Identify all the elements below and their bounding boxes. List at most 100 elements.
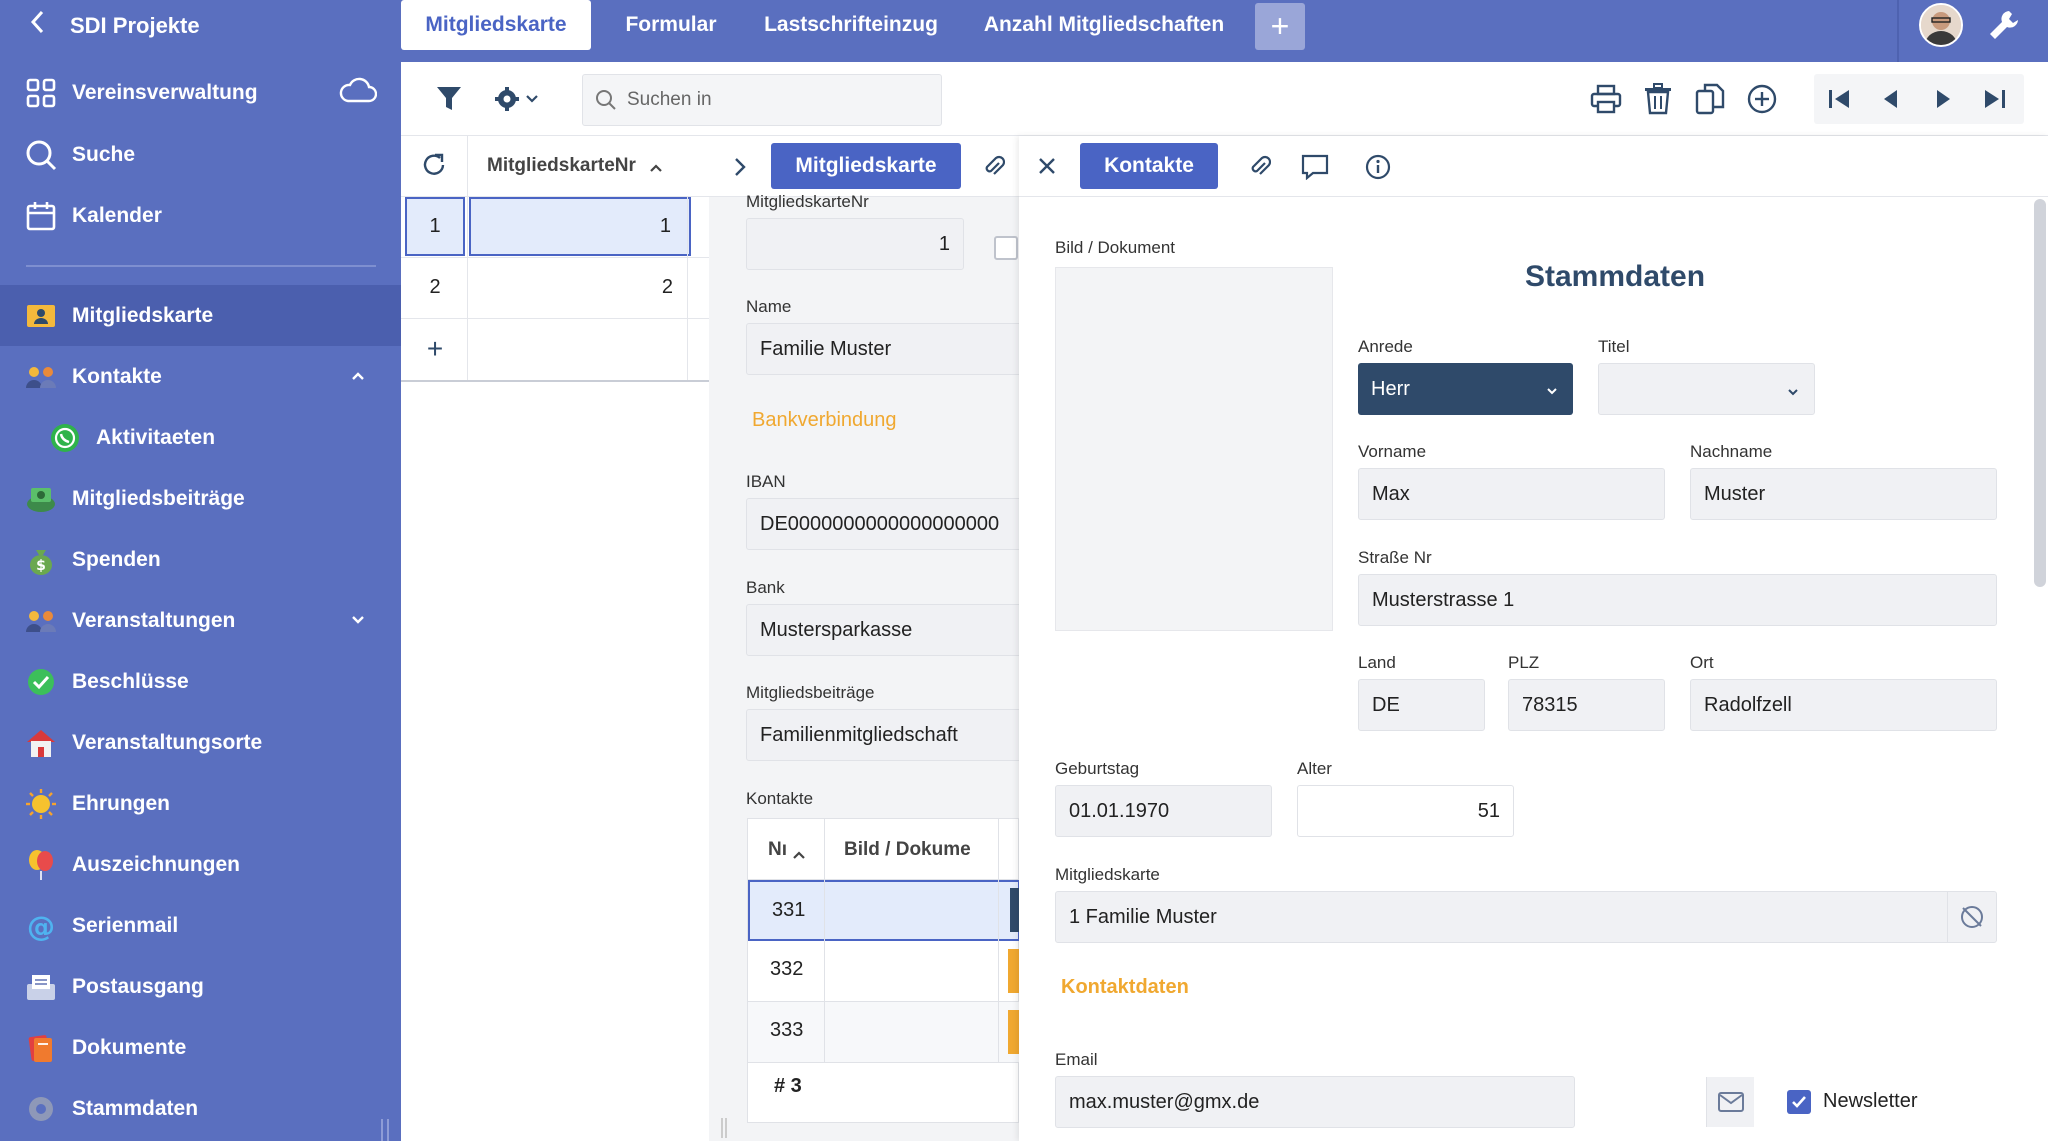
chevron-down-icon[interactable] bbox=[351, 612, 365, 630]
sidebar-item-auszeichnungen[interactable]: Auszeichnungen bbox=[0, 834, 401, 895]
info-icon[interactable] bbox=[1365, 154, 1391, 185]
cloud-icon[interactable] bbox=[339, 76, 378, 110]
sidebar-item-kontakte[interactable]: Kontakte bbox=[0, 346, 401, 407]
kontakte-table: Nı Bild / Dokume 331 332 333 # 3 bbox=[747, 818, 1019, 1123]
last-record-icon[interactable] bbox=[1978, 82, 2012, 116]
column-divider bbox=[824, 819, 825, 1063]
iban-field[interactable]: DE0000000000000000000 bbox=[746, 498, 1019, 550]
email-field[interactable]: max.muster@gmx.de bbox=[1055, 1076, 1575, 1128]
chevron-left-icon[interactable] bbox=[28, 9, 56, 43]
paperclip-icon[interactable] bbox=[1249, 154, 1272, 185]
sidebar-item-serienmail[interactable]: @ Serienmail bbox=[0, 895, 401, 956]
print-icon[interactable] bbox=[1589, 82, 1623, 116]
bank-field[interactable]: Mustersparkasse bbox=[746, 604, 1019, 656]
chevron-down-icon bbox=[1545, 381, 1559, 395]
search-input[interactable]: Suchen in bbox=[582, 74, 942, 126]
first-record-icon[interactable] bbox=[1822, 82, 1856, 116]
table-row[interactable]: 1 1 bbox=[401, 197, 709, 258]
close-icon[interactable] bbox=[1037, 156, 1057, 181]
tab-formular[interactable]: Formular bbox=[611, 0, 731, 50]
sort-asc-icon[interactable] bbox=[792, 844, 806, 866]
scrollbar[interactable] bbox=[2034, 199, 2046, 587]
sidebar-item-spenden[interactable]: $ Spenden bbox=[0, 529, 401, 590]
chevron-right-icon[interactable] bbox=[733, 156, 747, 183]
kontakte-table-header: Nı Bild / Dokume bbox=[748, 819, 1019, 880]
settings-menu-button[interactable] bbox=[487, 82, 547, 116]
name-field[interactable]: Familie Muster bbox=[746, 323, 1019, 375]
tab-lastschrifteinzug[interactable]: Lastschrifteinzug bbox=[749, 0, 953, 50]
sidebar-item-veranstaltungsorte[interactable]: Veranstaltungsorte bbox=[0, 712, 401, 773]
whatsapp-icon bbox=[48, 421, 82, 455]
sidebar-item-ehrungen[interactable]: Ehrungen bbox=[0, 773, 401, 834]
alter-field[interactable]: 51 bbox=[1297, 785, 1514, 837]
add-circle-icon[interactable] bbox=[1745, 82, 1779, 116]
nachname-field[interactable]: Muster bbox=[1690, 468, 1997, 520]
tab-kontakte[interactable]: Kontakte bbox=[1080, 143, 1218, 189]
sidebar-item-label: Auszeichnungen bbox=[72, 852, 241, 876]
mail-icon[interactable] bbox=[1706, 1077, 1754, 1127]
plz-field[interactable]: 78315 bbox=[1508, 679, 1665, 731]
sidebar-item-stammdaten[interactable]: Stammdaten bbox=[0, 1078, 401, 1139]
ort-field[interactable]: Radolfzell bbox=[1690, 679, 1997, 731]
label-email: Email bbox=[1055, 1050, 1098, 1069]
label-kontakte: Kontakte bbox=[746, 789, 814, 808]
chevron-up-icon[interactable] bbox=[351, 368, 365, 386]
trash-icon[interactable] bbox=[1641, 82, 1675, 116]
mitgliedsbeitraege-field[interactable]: Familienmitgliedschaft bbox=[746, 709, 1019, 761]
land-field[interactable]: DE bbox=[1358, 679, 1485, 731]
refresh-icon[interactable] bbox=[421, 152, 447, 183]
vorname-field[interactable]: Max bbox=[1358, 468, 1665, 520]
titel-select[interactable] bbox=[1598, 363, 1815, 415]
sidebar-item-aktivitaeten[interactable]: Aktivitaeten bbox=[0, 407, 401, 468]
table-row[interactable]: 331 bbox=[748, 880, 1019, 941]
sidebar-resize-handle[interactable] bbox=[381, 1119, 389, 1141]
balloon-icon bbox=[24, 848, 58, 882]
contacts-icon bbox=[24, 360, 58, 394]
sidebar-header[interactable]: SDI Projekte bbox=[0, 0, 401, 52]
tab-anzahl-mitgliedschaften[interactable]: Anzahl Mitgliedschaften bbox=[973, 0, 1235, 50]
filter-icon[interactable] bbox=[432, 82, 466, 116]
add-row-button[interactable]: + bbox=[405, 319, 465, 378]
sidebar-item-veranstaltungen[interactable]: Veranstaltungen bbox=[0, 590, 401, 651]
table-row[interactable]: 333 bbox=[748, 1002, 1019, 1063]
unlink-icon[interactable] bbox=[1947, 892, 1995, 942]
sidebar-item-label: Serienmail bbox=[72, 913, 179, 937]
sort-asc-icon[interactable] bbox=[649, 160, 663, 178]
geburtstag-field[interactable]: 01.01.1970 bbox=[1055, 785, 1272, 837]
tab-mitgliedskarte[interactable]: Mitgliedskarte bbox=[401, 0, 591, 50]
add-tab-button[interactable]: + bbox=[1255, 3, 1305, 50]
sidebar-item-mitgliedskarte[interactable]: Mitgliedskarte bbox=[0, 285, 401, 346]
next-record-icon[interactable] bbox=[1926, 82, 1960, 116]
mitgliedskarte-link-field[interactable]: 1 Familie Muster bbox=[1055, 891, 1997, 943]
comment-icon[interactable] bbox=[1301, 154, 1329, 185]
sidebar-item-vereinsverwaltung[interactable]: Vereinsverwaltung bbox=[0, 62, 401, 123]
sidebar-item-kalender[interactable]: Kalender bbox=[0, 185, 401, 246]
column-header-nr[interactable]: Nı bbox=[768, 839, 787, 861]
tab-mitgliedskarte-detail[interactable]: Mitgliedskarte bbox=[771, 143, 961, 189]
sidebar-item-beschluesse[interactable]: Beschlüsse bbox=[0, 651, 401, 712]
sidebar-item-mitgliedsbeitraege[interactable]: Mitgliedsbeiträge bbox=[0, 468, 401, 529]
label-vorname: Vorname bbox=[1358, 442, 1427, 461]
panel-resize-handle[interactable] bbox=[721, 1118, 727, 1138]
table-row[interactable]: 332 bbox=[748, 941, 1019, 1002]
anrede-select[interactable]: Herr bbox=[1358, 363, 1573, 415]
label-bild-dokument: Bild / Dokument bbox=[1055, 238, 1175, 257]
table-row[interactable]: 2 2 bbox=[401, 258, 709, 319]
grid-icon bbox=[24, 76, 58, 110]
copy-icon[interactable] bbox=[1693, 82, 1727, 116]
image-upload-area[interactable] bbox=[1055, 267, 1333, 631]
column-header-bild[interactable]: Bild / Dokume bbox=[844, 839, 971, 861]
previous-record-icon[interactable] bbox=[1874, 82, 1908, 116]
checkbox[interactable] bbox=[994, 236, 1018, 260]
avatar[interactable] bbox=[1919, 3, 1963, 47]
paperclip-icon[interactable] bbox=[983, 154, 1006, 185]
sidebar-item-dokumente[interactable]: Dokumente bbox=[0, 1017, 401, 1078]
column-header-mitgliedskartenr[interactable]: MitgliedskarteNr bbox=[487, 155, 636, 177]
newsletter-checkbox[interactable] bbox=[1787, 1090, 1811, 1114]
strasse-field[interactable]: Musterstrasse 1 bbox=[1358, 574, 1997, 626]
sidebar-item-postausgang[interactable]: Postausgang bbox=[0, 956, 401, 1017]
add-row[interactable]: + bbox=[401, 319, 709, 380]
mitgliedskartenr-field[interactable]: 1 bbox=[746, 218, 964, 270]
wrench-icon[interactable] bbox=[1987, 8, 2021, 42]
sidebar-item-suche[interactable]: Suche bbox=[0, 124, 401, 185]
